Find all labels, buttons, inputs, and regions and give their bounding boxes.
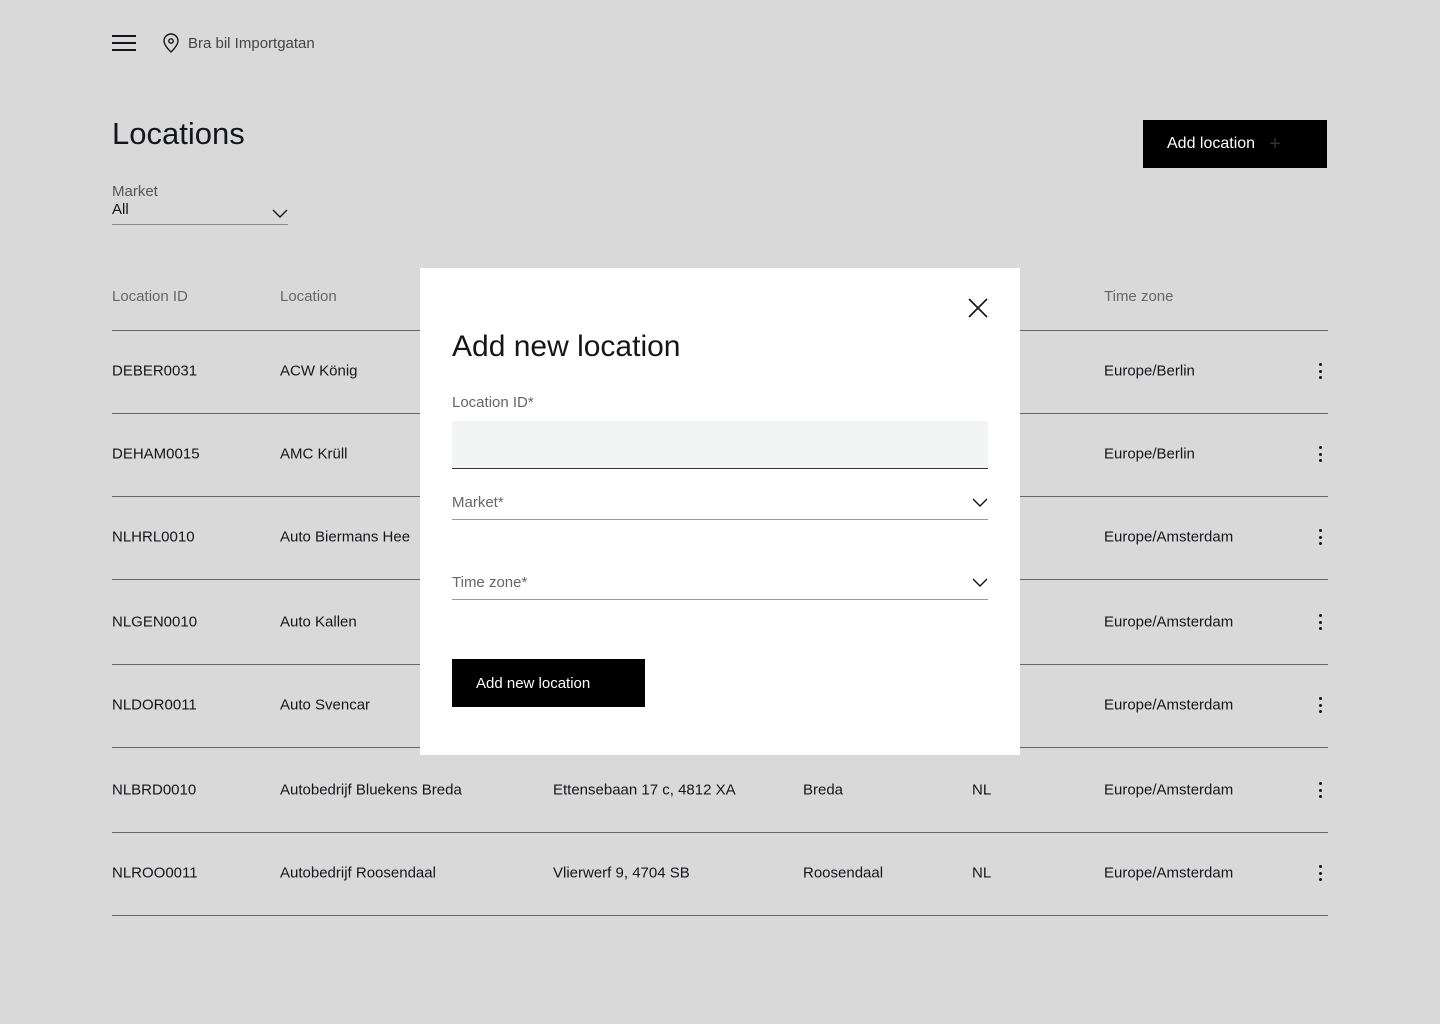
row-more-options-icon[interactable] [1318,865,1322,881]
cell-location: Autobedrijf Roosendaal [280,864,436,882]
location-id-label: Location ID* [452,394,534,411]
market-filter-value: All [112,201,129,218]
cell-id: NLHRL0010 [112,528,195,546]
row-more-options-icon[interactable] [1318,446,1322,462]
cell-id: DEHAM0015 [112,445,200,463]
cell-location: Auto Kallen [280,613,357,631]
plus-icon: + [1269,132,1281,155]
cell-timezone: Europe/Amsterdam [1104,696,1234,714]
add-new-location-button[interactable]: Add new location [452,659,645,707]
current-location[interactable]: Bra bil Importgatan [162,33,315,53]
cell-city: Roosendaal [803,864,884,882]
cell-id: NLROO0011 [112,864,198,882]
chevron-down-icon [972,578,988,587]
cell-timezone: Europe/Amsterdam [1104,781,1234,799]
cell-market: NL [972,781,992,799]
cell-location: ACW König [280,362,358,380]
row-more-options-icon[interactable] [1318,363,1322,379]
cell-city: Breda [803,781,844,799]
add-location-label: Add location [1167,135,1256,152]
cell-market: NL [972,864,992,882]
page-title: Locations [112,116,245,151]
cell-timezone: Europe/Berlin [1104,445,1195,463]
location-name: Bra bil Importgatan [188,34,315,52]
row-more-options-icon[interactable] [1318,782,1322,798]
cell-location: AMC Krüll [280,445,348,463]
row-divider [112,832,1328,833]
chevron-down-icon [972,498,988,507]
column-header-location: Location [280,288,337,305]
close-icon[interactable] [968,298,988,318]
market-filter[interactable]: Market All [112,183,288,225]
add-location-button[interactable]: Add location + [1143,120,1327,168]
cell-id: NLGEN0010 [112,613,198,631]
time-zone-select[interactable]: Time zone* [452,570,988,600]
market-select[interactable]: Market* [452,490,988,520]
cell-address: Ettensebaan 17 c, 4812 XA [553,781,736,799]
modal-title: Add new location [452,330,681,363]
cell-location: Auto Svencar [280,696,371,714]
row-more-options-icon[interactable] [1318,697,1322,713]
cell-timezone: Europe/Amsterdam [1104,864,1234,882]
column-header-time-zone: Time zone [1104,288,1174,305]
column-header-location-id: Location ID [112,288,188,305]
map-pin-icon [163,33,179,53]
cell-address: Vlierwerf 9, 4704 SB [553,864,690,882]
cell-id: NLBRD0010 [112,781,197,799]
add-location-modal: Add new location Location ID* Market* Ti… [420,268,1020,755]
cell-timezone: Europe/Amsterdam [1104,528,1234,546]
cell-id: NLDOR0011 [112,696,197,714]
cell-id: DEBER0031 [112,362,198,380]
cell-location: Auto Biermans Hee [280,528,411,546]
market-select-label: Market* [452,494,504,511]
cell-location: Autobedrijf Bluekens Breda [280,781,462,799]
cell-timezone: Europe/Amsterdam [1104,613,1234,631]
row-divider [112,915,1328,916]
location-id-input[interactable] [452,421,988,469]
cell-timezone: Europe/Berlin [1104,362,1195,380]
row-more-options-icon[interactable] [1318,614,1322,630]
market-filter-label: Market [112,183,158,200]
hamburger-menu-icon[interactable] [112,35,136,53]
row-more-options-icon[interactable] [1318,529,1322,545]
time-zone-select-label: Time zone* [452,574,528,591]
chevron-down-icon [272,209,288,218]
